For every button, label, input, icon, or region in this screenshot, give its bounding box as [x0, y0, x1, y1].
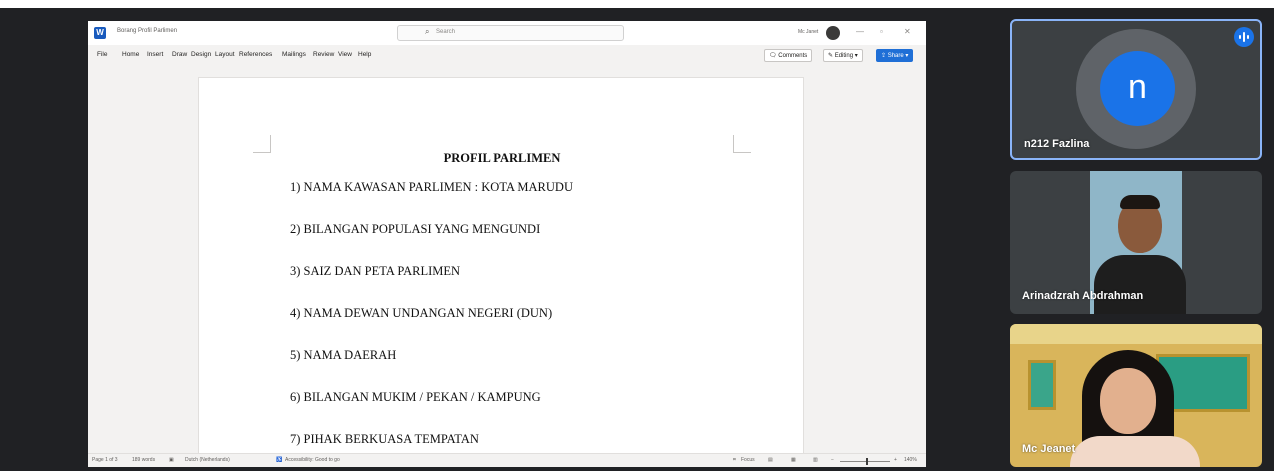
- menu-file[interactable]: File: [97, 51, 107, 58]
- pencil-icon: ✎: [828, 53, 834, 59]
- zoom-slider[interactable]: [840, 461, 890, 462]
- search-icon: ⌕: [425, 27, 430, 36]
- editing-button[interactable]: ✎ Editing ▾: [823, 49, 863, 62]
- document-item: 2) BILANGAN POPULASI YANG MENGUNDI: [290, 222, 541, 236]
- video-person: [1100, 368, 1156, 434]
- share-label: Share: [887, 53, 904, 59]
- comments-button[interactable]: 🗨 Comments: [764, 49, 813, 62]
- menu-layout[interactable]: Layout: [215, 51, 235, 58]
- document-heading: PROFIL PARLIMEN: [443, 151, 561, 165]
- language[interactable]: Dutch (Netherlands): [185, 457, 230, 463]
- participant-tile[interactable]: n n212 Fazlina: [1010, 19, 1262, 160]
- menu-review[interactable]: Review: [313, 51, 334, 58]
- web-layout-icon[interactable]: ▥: [813, 457, 818, 463]
- zoom-slider-handle[interactable]: [866, 458, 868, 465]
- menu-references[interactable]: References: [239, 51, 272, 58]
- document-page[interactable]: PROFIL PARLIMEN 1) NAMA KAWASAN PARLIMEN…: [198, 77, 804, 467]
- chevron-down-icon: ▾: [905, 53, 909, 59]
- participant-name: Mc Jeanet: [1022, 443, 1076, 455]
- menu-view[interactable]: View: [338, 51, 352, 58]
- minimize-icon[interactable]: —: [856, 27, 864, 36]
- page-count[interactable]: Page 1 of 3: [92, 457, 118, 463]
- document-canvas[interactable]: PROFIL PARLIMEN 1) NAMA KAWASAN PARLIMEN…: [88, 67, 926, 467]
- user-avatar[interactable]: [826, 26, 840, 40]
- document-item: 5) NAMA DAERAH: [290, 348, 397, 362]
- share-button[interactable]: ⇪ Share ▾: [876, 49, 914, 62]
- menu-design[interactable]: Design: [191, 51, 211, 58]
- word-title-bar: W Borang Profil Parlimen ⌕ Search Mc Jan…: [88, 21, 926, 45]
- word-count[interactable]: 189 words: [132, 457, 155, 463]
- print-layout-icon[interactable]: ▦: [791, 457, 796, 463]
- status-bar: Page 1 of 3 189 words ▣ Dutch (Netherlan…: [88, 453, 926, 467]
- accessibility-status[interactable]: Accessibility: Good to go: [285, 457, 340, 463]
- chevron-down-icon: ▾: [854, 53, 858, 59]
- menu-mailings[interactable]: Mailings: [282, 51, 306, 58]
- search-placeholder: Search: [436, 29, 456, 35]
- document-item: 6) BILANGAN MUKIM / PEKAN / KAMPUNG: [290, 390, 541, 404]
- participant-name: Arinadzrah Abdrahman: [1022, 290, 1144, 302]
- editing-label: Editing: [834, 53, 854, 59]
- close-icon[interactable]: ✕: [904, 27, 911, 36]
- zoom-level[interactable]: 140%: [904, 457, 917, 463]
- zoom-out-icon[interactable]: −: [831, 457, 834, 463]
- participant-tile[interactable]: Arinadzrah Abdrahman: [1010, 171, 1262, 314]
- menu-insert[interactable]: Insert: [147, 51, 163, 58]
- accessibility-icon: ♿: [276, 457, 283, 463]
- ribbon-menu: File Home Insert Draw Design Layout Refe…: [88, 47, 926, 65]
- focus-button[interactable]: Focus: [741, 457, 755, 463]
- focus-icon: ⌗: [733, 457, 736, 463]
- document-item: 4) NAMA DEWAN UNDANGAN NEGERI (DUN): [290, 306, 553, 320]
- video-person: [1094, 255, 1186, 314]
- maximize-icon[interactable]: ▫: [880, 27, 883, 36]
- document-name[interactable]: Borang Profil Parlimen: [117, 28, 177, 34]
- document-item: 3) SAIZ DAN PETA PARLIMEN: [290, 264, 461, 278]
- menu-help[interactable]: Help: [358, 51, 371, 58]
- video-background: [1010, 324, 1262, 344]
- word-logo-icon: W: [94, 27, 106, 39]
- comments-label: Comments: [778, 53, 808, 59]
- video-person: [1120, 195, 1160, 209]
- participant-tile[interactable]: Mc Jeanet: [1010, 324, 1262, 467]
- user-name[interactable]: Mc Janet: [798, 29, 818, 35]
- comment-icon: 🗨: [769, 53, 777, 59]
- avatar: n: [1100, 51, 1175, 126]
- document-item: 7) PIHAK BERKUASA TEMPATAN: [290, 432, 479, 446]
- zoom-in-icon[interactable]: +: [894, 457, 897, 463]
- menu-draw[interactable]: Draw: [172, 51, 187, 58]
- participant-name: n212 Fazlina: [1024, 138, 1090, 150]
- video-person: [1070, 436, 1200, 467]
- share-icon: ⇪: [881, 53, 887, 59]
- shared-word-window: W Borang Profil Parlimen ⌕ Search Mc Jan…: [88, 21, 926, 467]
- read-mode-icon[interactable]: ▤: [768, 457, 773, 463]
- video-background: [1028, 360, 1056, 410]
- top-strip: [0, 0, 1274, 8]
- document-item: 1) NAMA KAWASAN PARLIMEN : KOTA MARUDU: [290, 180, 573, 194]
- proofing-icon[interactable]: ▣: [169, 457, 174, 463]
- search-box[interactable]: ⌕ Search: [397, 25, 624, 41]
- menu-home[interactable]: Home: [122, 51, 139, 58]
- speaking-indicator-icon: [1234, 27, 1254, 47]
